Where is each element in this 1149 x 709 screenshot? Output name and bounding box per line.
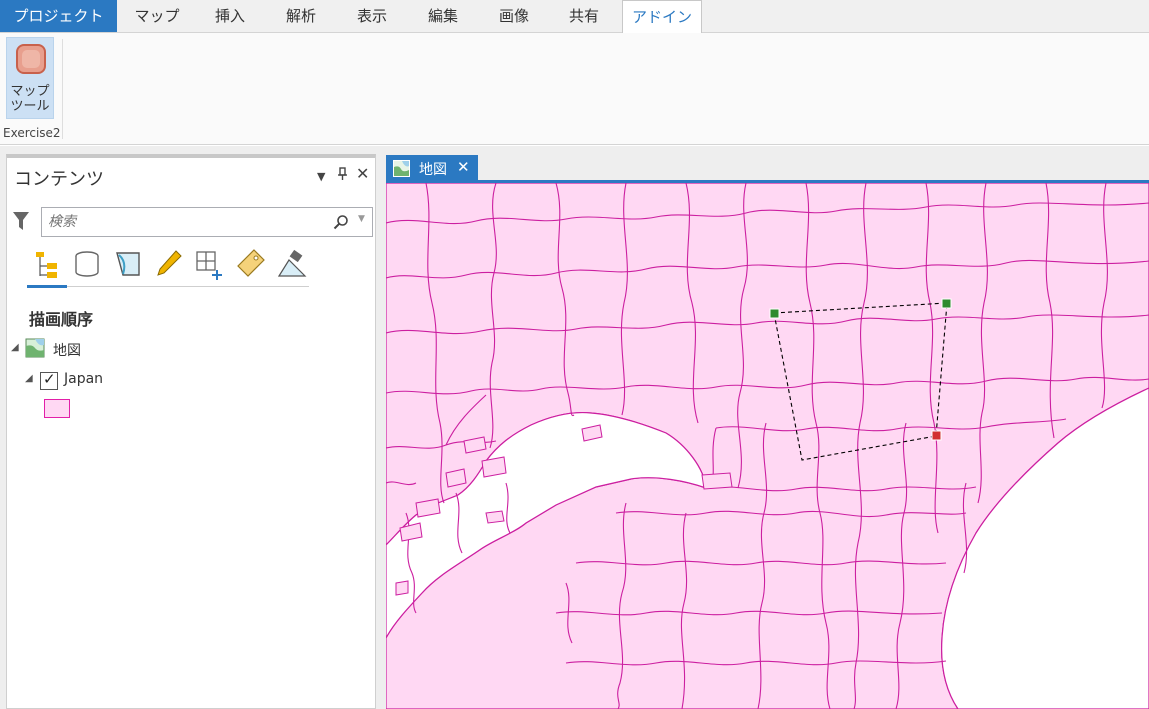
map-tool-label: マップ ツール bbox=[7, 84, 53, 114]
map-tool-label-line1: マップ bbox=[10, 84, 50, 99]
layer-tree-item[interactable]: Japan bbox=[64, 371, 103, 387]
drawing-order-heading: 描画順序 bbox=[29, 310, 94, 329]
map-tab-label: 地図 bbox=[419, 162, 447, 178]
expand-map-arrow-icon[interactable]: ◢ bbox=[11, 342, 19, 353]
tab-project[interactable]: プロジェクト bbox=[0, 0, 117, 32]
ribbon-tab-bar: プロジェクト マップ 挿入 解析 表示 編集 画像 共有 アドイン bbox=[0, 0, 1149, 34]
map-icon bbox=[25, 338, 45, 358]
map-tree-item[interactable]: 地図 bbox=[53, 340, 81, 360]
close-map-tab-icon[interactable]: ✕ bbox=[457, 158, 470, 176]
tab-view[interactable]: 表示 bbox=[339, 0, 405, 32]
map-tool-label-line2: ツール bbox=[10, 99, 50, 114]
list-by-editing-icon[interactable] bbox=[152, 246, 186, 282]
search-box[interactable]: ▼ bbox=[41, 207, 373, 237]
list-by-labeling-icon[interactable] bbox=[234, 246, 268, 282]
search-icon[interactable] bbox=[333, 214, 349, 230]
tab-share[interactable]: 共有 bbox=[551, 0, 617, 32]
layer-visibility-checkbox[interactable] bbox=[40, 370, 58, 390]
contents-pane-title: コンテンツ bbox=[14, 169, 104, 190]
filter-icon[interactable] bbox=[12, 210, 30, 232]
list-by-selection-icon[interactable] bbox=[111, 246, 145, 282]
map-tab-icon bbox=[393, 160, 410, 177]
active-view-indicator bbox=[27, 285, 67, 288]
ribbon-panel: マップ ツール Exercise2 bbox=[0, 33, 1149, 145]
search-options-dropdown-icon[interactable]: ▼ bbox=[358, 214, 365, 224]
layer-symbol-swatch[interactable] bbox=[44, 399, 70, 418]
list-by-perspective-imagery-icon[interactable] bbox=[275, 246, 309, 282]
list-by-drawing-order-icon[interactable] bbox=[29, 246, 63, 282]
selection-handle-top-right[interactable] bbox=[941, 298, 952, 309]
pin-icon[interactable] bbox=[337, 167, 348, 185]
ribbon-group-label: Exercise2 bbox=[3, 126, 61, 140]
expand-layer-arrow-icon[interactable]: ◢ bbox=[25, 373, 33, 384]
tab-insert[interactable]: 挿入 bbox=[197, 0, 263, 32]
close-pane-icon[interactable]: ✕ bbox=[356, 164, 369, 183]
map-svg[interactable] bbox=[386, 183, 1149, 709]
selection-handle-top-left[interactable] bbox=[769, 308, 780, 319]
ribbon-group-separator bbox=[62, 39, 63, 139]
map-tool-icon bbox=[16, 44, 46, 74]
tab-addin[interactable]: アドイン bbox=[622, 0, 702, 34]
map-canvas[interactable] bbox=[386, 183, 1149, 709]
pane-options-dropdown-icon[interactable]: ▼ bbox=[317, 170, 325, 183]
map-tool-button[interactable]: マップ ツール bbox=[6, 37, 54, 119]
search-input[interactable] bbox=[48, 211, 328, 233]
list-by-source-icon[interactable] bbox=[70, 246, 104, 282]
view-buttons-underline bbox=[27, 286, 309, 287]
tab-imagery[interactable]: 画像 bbox=[481, 0, 547, 32]
map-view-tab[interactable]: 地図 ✕ bbox=[386, 155, 478, 181]
selection-handle-bottom-right[interactable] bbox=[931, 430, 942, 441]
contents-pane: コンテンツ ▼ ✕ ▼ bbox=[6, 154, 376, 709]
tab-analysis[interactable]: 解析 bbox=[268, 0, 334, 32]
tab-map[interactable]: マップ bbox=[124, 0, 190, 32]
list-by-snapping-icon[interactable] bbox=[193, 246, 227, 282]
tab-edit[interactable]: 編集 bbox=[410, 0, 476, 32]
